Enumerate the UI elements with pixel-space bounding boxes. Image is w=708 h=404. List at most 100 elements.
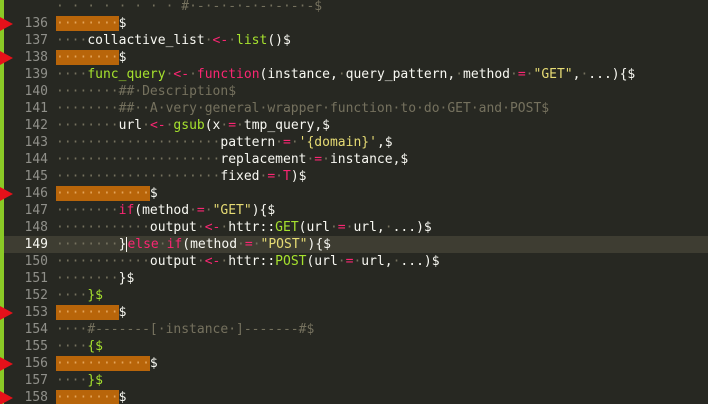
code-token: · [384, 220, 393, 235]
code-token: ············ [56, 254, 150, 269]
line-number: 141 [24, 101, 48, 116]
line-number: 144 [24, 152, 48, 167]
code-token: (x [204, 118, 221, 133]
code-text: ····}$ [56, 287, 103, 304]
code-line[interactable]: 138 ········$ [0, 49, 708, 66]
code-token: else [127, 237, 159, 252]
code-token: $ [118, 305, 127, 320]
code-token: ){$ [251, 203, 276, 218]
code-token: httr:: [228, 254, 276, 269]
code-line[interactable]: · · · · · · · · #·-·-·-·-·-·-·-·-$ [4, 0, 708, 15]
code-token: · [158, 237, 167, 252]
code-line[interactable]: 148 ············output·<-·httr::GET(url·=… [4, 219, 708, 236]
code-token: ...){$ [588, 67, 636, 82]
code-line[interactable]: 150 ············output·<-·httr::POST(url·… [4, 253, 708, 270]
code-line[interactable]: 147 ········if(method·=·"GET"){$ [4, 202, 708, 219]
code-token: = [517, 67, 526, 82]
code-text: ············$ [56, 185, 158, 202]
line-number: 149 [24, 237, 48, 252]
line-number: 151 [24, 271, 48, 286]
code-line[interactable]: 145 ·····················fixed·=·T)$ [4, 168, 708, 185]
code-token: )$ [290, 169, 307, 184]
code-line[interactable]: 154 ····#-------[·instance·]-------#$ [4, 321, 708, 338]
code-line[interactable]: 153 ········$ [0, 304, 708, 321]
code-line[interactable]: 152 ····}$ [4, 287, 708, 304]
code-text: ····#-------[·instance·]-------#$ [56, 321, 314, 338]
trailing-whitespace-marker-icon[interactable] [0, 391, 13, 404]
code-line[interactable]: 143 ·····················pattern·=·'{doma… [4, 134, 708, 151]
code-token: ········ [56, 118, 119, 133]
code-editor[interactable]: · · · · · · · · #·-·-·-·-·-·-·-·-$ 136 ···… [0, 0, 708, 404]
trailing-whitespace-marker-icon[interactable] [0, 357, 13, 371]
code-token: ...)$ [400, 254, 440, 269]
code-text: ············$ [56, 355, 158, 372]
code-token: $ [118, 16, 127, 31]
code-token: (method [182, 237, 238, 252]
code-text: ·····················pattern·=·'{domain}… [56, 134, 393, 151]
code-token: ···· [56, 288, 88, 303]
code-text: ·····················fixed·=·T)$ [56, 168, 306, 185]
code-line[interactable]: 156 ············$ [0, 355, 708, 372]
code-token: function [196, 67, 260, 82]
code-token: $ [149, 186, 158, 201]
code-token: output [149, 220, 197, 235]
trailing-whitespace-marker-icon[interactable] [0, 17, 13, 31]
code-token: ···· [56, 322, 88, 337]
code-line[interactable]: 142 ········url·<-·gsub(x·=·tmp_query,$ [4, 117, 708, 134]
code-token: <- [173, 67, 190, 82]
code-text: ········##··A·very·general·wrapper·funct… [56, 100, 549, 117]
line-number: 157 [24, 373, 48, 388]
line-number: 137 [24, 33, 48, 48]
code-line[interactable]: 157 ····}$ [4, 372, 708, 389]
code-token: <- [212, 33, 229, 48]
code-token: }$ [87, 373, 103, 388]
code-line[interactable]: 146 ············$ [0, 185, 708, 202]
code-token: · [189, 203, 197, 218]
code-line[interactable]: 137 ····collactive_list·<-·list()$ [4, 32, 708, 49]
code-line[interactable]: 141 ········##··A·very·general·wrapper·fu… [4, 100, 708, 117]
code-token: ·-·-·-·-·-·-·-·- [189, 0, 315, 14]
code-token: list [236, 33, 268, 48]
code-token: if [118, 203, 135, 218]
code-token: ············ [56, 220, 150, 235]
trailing-whitespace-highlight: ············ [56, 356, 150, 371]
code-line[interactable]: 144 ·····················replacement·=·in… [4, 151, 708, 168]
code-text: ········$ [56, 49, 126, 66]
code-token: instance,$ [329, 152, 409, 167]
code-line[interactable]: 149 ········}else·if(method·=·"POST"){$ [4, 236, 708, 253]
code-token: <- [204, 220, 221, 235]
code-token: T [283, 169, 291, 184]
code-token: {$ [87, 339, 103, 354]
line-number: 155 [24, 339, 48, 354]
code-token: · [142, 118, 150, 133]
code-token: ····················· [56, 169, 221, 184]
trailing-whitespace-marker-icon[interactable] [0, 306, 13, 320]
code-text: ····{$ [56, 338, 103, 355]
line-number: 152 [24, 288, 48, 303]
line-number: 143 [24, 135, 48, 150]
code-line[interactable]: 140 ········##·Description$ [4, 83, 708, 100]
trailing-whitespace-marker-icon[interactable] [0, 51, 13, 65]
code-token: = [283, 135, 291, 150]
code-token: if [166, 237, 183, 252]
trailing-whitespace-highlight: ········ [56, 305, 119, 320]
code-text: ········}$ [56, 270, 134, 287]
code-token: ····················· [56, 152, 221, 167]
line-number [4, 0, 48, 15]
code-token: · [189, 67, 197, 82]
code-token: ········ [56, 101, 119, 116]
code-token: ···· [56, 67, 88, 82]
code-token: ····················· [56, 135, 221, 150]
code-line[interactable]: 151 ········}$ [4, 270, 708, 287]
trailing-whitespace-marker-icon[interactable] [0, 187, 13, 201]
line-number: 147 [24, 203, 48, 218]
code-token: output [149, 254, 197, 269]
code-line[interactable]: 139 ····func_query·<-·function(instance,·… [4, 66, 708, 83]
code-line[interactable]: 136 ········$ [0, 15, 708, 32]
code-token: collactive_list [87, 33, 205, 48]
code-token: url [118, 118, 143, 133]
code-line[interactable]: 158 ········$ [0, 389, 708, 404]
code-text: · · · · · · · · #·-·-·-·-·-·-·-·-$ [56, 0, 322, 15]
code-line[interactable]: 155 ····{$ [4, 338, 708, 355]
line-number: 140 [24, 84, 48, 99]
